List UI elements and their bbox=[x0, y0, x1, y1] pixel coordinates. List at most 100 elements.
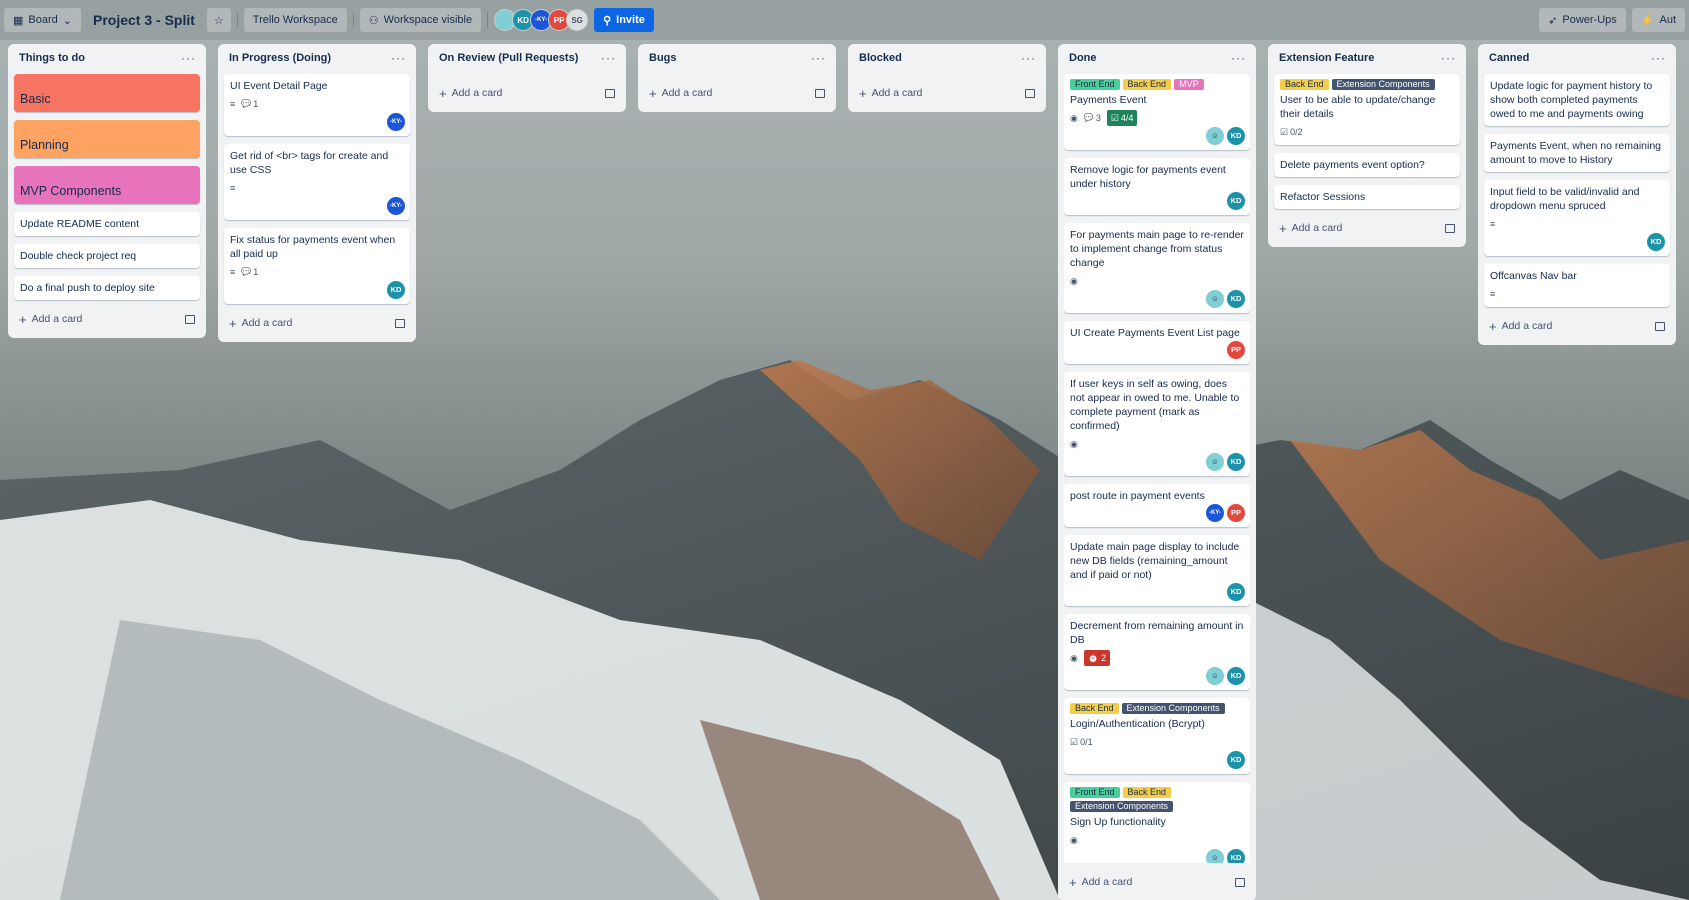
member-avatar[interactable]: KD bbox=[1647, 233, 1665, 251]
member-avatar[interactable]: -KY- bbox=[387, 113, 405, 131]
card[interactable]: Double check project req bbox=[14, 244, 200, 268]
more-options-icon[interactable]: ··· bbox=[601, 51, 616, 65]
member-avatar-photo[interactable]: ☺ bbox=[1206, 290, 1224, 308]
member-avatar[interactable]: KD bbox=[1227, 751, 1245, 769]
card[interactable]: Remove logic for payments event under hi… bbox=[1064, 158, 1250, 215]
member-avatar-photo[interactable]: ☺ bbox=[1206, 667, 1224, 685]
card[interactable]: Get rid of <br> tags for create and use … bbox=[224, 144, 410, 220]
list-title[interactable]: Extension Feature bbox=[1279, 52, 1374, 64]
list-title[interactable]: Done bbox=[1069, 52, 1097, 64]
card[interactable]: Back End Extension Components User to be a… bbox=[1274, 74, 1460, 145]
member-avatar[interactable]: KD bbox=[1227, 127, 1245, 145]
card[interactable]: Back End Extension Components Login/Authen… bbox=[1064, 698, 1250, 774]
add-card-button[interactable]: + Add a card bbox=[1484, 313, 1670, 339]
template-icon[interactable] bbox=[605, 88, 615, 98]
card[interactable]: Basic bbox=[14, 74, 200, 112]
plus-icon: + bbox=[649, 85, 657, 101]
more-options-icon[interactable]: ··· bbox=[1651, 51, 1666, 65]
member-avatar[interactable]: PP bbox=[1227, 341, 1245, 359]
member-avatar[interactable]: SG bbox=[566, 9, 589, 31]
card[interactable]: Update logic for payment history to show… bbox=[1484, 74, 1670, 126]
card-label[interactable]: Extension Components bbox=[1331, 79, 1435, 90]
board-title[interactable]: Project 3 - Split bbox=[87, 12, 201, 28]
card-label[interactable]: Front End bbox=[1070, 787, 1120, 798]
card[interactable]: For payments main page to re-render to i… bbox=[1064, 223, 1250, 313]
template-icon[interactable] bbox=[1235, 877, 1245, 887]
member-avatar[interactable]: KD bbox=[1227, 290, 1245, 308]
view-switcher-button[interactable]: ▦ Board ⌄ bbox=[4, 8, 81, 32]
add-card-button[interactable]: + Add a card bbox=[434, 80, 620, 106]
template-icon[interactable] bbox=[1025, 88, 1035, 98]
card[interactable]: UI Create Payments Event List page PP bbox=[1064, 321, 1250, 364]
card[interactable]: MVP Components bbox=[14, 166, 200, 204]
list-title[interactable]: Bugs bbox=[649, 52, 677, 64]
more-options-icon[interactable]: ··· bbox=[1021, 51, 1036, 65]
card[interactable]: Update README content bbox=[14, 212, 200, 236]
more-options-icon[interactable]: ··· bbox=[811, 51, 826, 65]
card[interactable]: Offcanvas Nav bar ≡ bbox=[1484, 264, 1670, 307]
member-avatar[interactable]: KD bbox=[387, 281, 405, 299]
member-avatar-photo[interactable]: ☺ bbox=[1206, 453, 1224, 471]
list-title[interactable]: On Review (Pull Requests) bbox=[439, 52, 578, 64]
more-options-icon[interactable]: ··· bbox=[391, 51, 406, 65]
card-label[interactable]: Front End bbox=[1070, 79, 1120, 90]
visibility-button[interactable]: ⚇ Workspace visible bbox=[359, 8, 482, 32]
template-icon[interactable] bbox=[185, 314, 195, 324]
add-card-button[interactable]: + Add a card bbox=[854, 80, 1040, 106]
card[interactable]: Payments Event, when no remaining amount… bbox=[1484, 134, 1670, 172]
more-options-icon[interactable]: ··· bbox=[1441, 51, 1456, 65]
card[interactable]: Update main page display to include new … bbox=[1064, 535, 1250, 606]
card-label[interactable]: Back End bbox=[1122, 79, 1172, 90]
member-avatar[interactable]: PP bbox=[1227, 504, 1245, 522]
add-card-button[interactable]: + Add a card bbox=[1274, 215, 1460, 241]
member-avatar-photo[interactable]: ☺ bbox=[1206, 127, 1224, 145]
list-title[interactable]: Things to do bbox=[19, 52, 85, 64]
add-card-button[interactable]: + Add a card bbox=[14, 306, 200, 332]
template-icon[interactable] bbox=[395, 318, 405, 328]
card-label[interactable]: Extension Components bbox=[1121, 703, 1225, 714]
add-card-button[interactable]: + Add a card bbox=[224, 310, 410, 336]
card[interactable]: If user keys in self as owing, does not … bbox=[1064, 372, 1250, 476]
member-avatar[interactable]: -KY- bbox=[1206, 504, 1224, 522]
member-avatar[interactable]: -KY- bbox=[387, 197, 405, 215]
board-view-icon: ▦ bbox=[13, 14, 24, 27]
card[interactable]: Front End Back End MVP Payments Event ◉ 💬 3 ☑ 4/… bbox=[1064, 74, 1250, 150]
card-title: UI Create Payments Event List page bbox=[1070, 327, 1240, 339]
add-card-button[interactable]: + Add a card bbox=[644, 80, 830, 106]
card-label[interactable]: Back End bbox=[1070, 703, 1119, 714]
member-avatar[interactable]: KD bbox=[1227, 192, 1245, 210]
template-icon[interactable] bbox=[1655, 321, 1665, 331]
list-title[interactable]: In Progress (Doing) bbox=[229, 52, 331, 64]
card[interactable]: Refactor Sessions bbox=[1274, 185, 1460, 209]
card[interactable]: Fix status for payments event when all p… bbox=[224, 228, 410, 304]
card[interactable]: Do a final push to deploy site bbox=[14, 276, 200, 300]
card-label[interactable]: Back End bbox=[1122, 787, 1172, 798]
invite-button[interactable]: ⚲ Invite bbox=[594, 8, 654, 32]
card[interactable]: Front End Back End Extension Components Sig… bbox=[1064, 782, 1250, 863]
list-title[interactable]: Canned bbox=[1489, 52, 1529, 64]
template-icon[interactable] bbox=[1445, 223, 1455, 233]
automation-button[interactable]: ⚡ Aut bbox=[1631, 8, 1685, 32]
template-icon[interactable] bbox=[815, 88, 825, 98]
add-card-button[interactable]: + Add a card bbox=[1064, 869, 1250, 895]
card[interactable]: Delete payments event option? bbox=[1274, 153, 1460, 177]
card[interactable]: UI Event Detail Page ≡ 💬 1 -KY- bbox=[224, 74, 410, 136]
member-avatar[interactable]: KD bbox=[1227, 849, 1245, 863]
card[interactable]: Input field to be valid/invalid and drop… bbox=[1484, 180, 1670, 256]
card-label[interactable]: Extension Components bbox=[1070, 801, 1174, 812]
card[interactable]: post route in payment events -KY- PP bbox=[1064, 484, 1250, 527]
member-avatar-photo[interactable]: ☺ bbox=[1206, 849, 1224, 863]
member-avatar[interactable]: KD bbox=[1227, 453, 1245, 471]
workspace-button[interactable]: Trello Workspace bbox=[243, 8, 347, 32]
card-label[interactable]: Back End bbox=[1280, 79, 1329, 90]
star-board-button[interactable]: ☆ bbox=[206, 8, 231, 32]
member-avatar[interactable]: KD bbox=[1227, 583, 1245, 601]
card[interactable]: Decrement from remaining amount in DB ◉ ⏰ 2… bbox=[1064, 614, 1250, 690]
more-options-icon[interactable]: ··· bbox=[181, 51, 196, 65]
card[interactable]: Planning bbox=[14, 120, 200, 158]
more-options-icon[interactable]: ··· bbox=[1231, 51, 1246, 65]
member-avatar[interactable]: KD bbox=[1227, 667, 1245, 685]
powerups-button[interactable]: ➶ Power-Ups bbox=[1539, 8, 1626, 32]
card-label[interactable]: MVP bbox=[1174, 79, 1204, 90]
list-title[interactable]: Blocked bbox=[859, 52, 902, 64]
